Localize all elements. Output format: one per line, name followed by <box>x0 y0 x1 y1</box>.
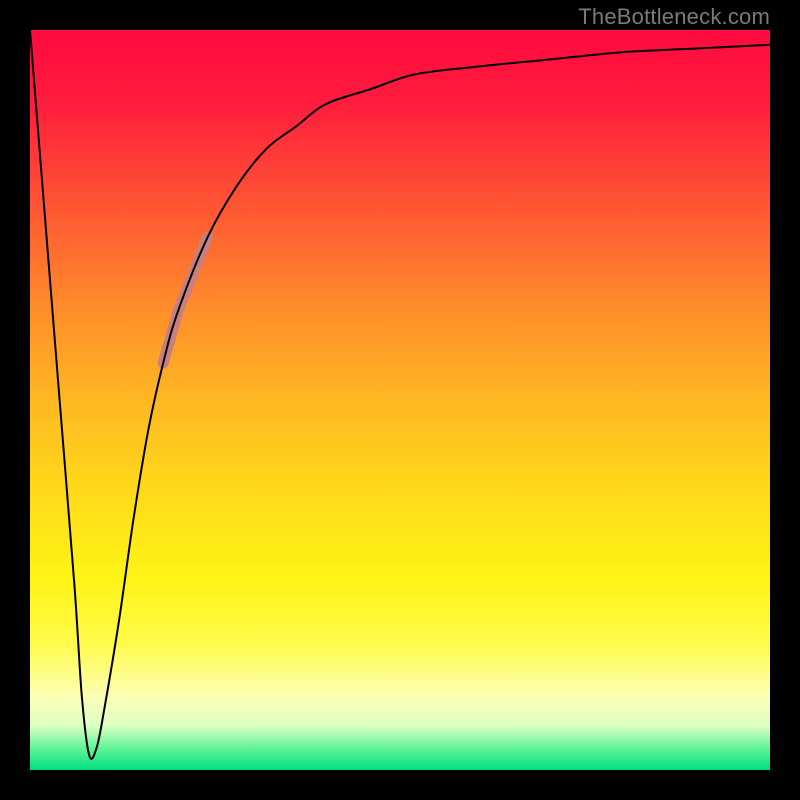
bottleneck-curve <box>30 30 770 759</box>
chart-svg <box>30 30 770 770</box>
source-label: TheBottleneck.com <box>578 4 770 30</box>
plot-area <box>30 30 770 770</box>
chart-container: TheBottleneck.com <box>0 0 800 800</box>
curve-highlight-segment <box>163 237 207 363</box>
